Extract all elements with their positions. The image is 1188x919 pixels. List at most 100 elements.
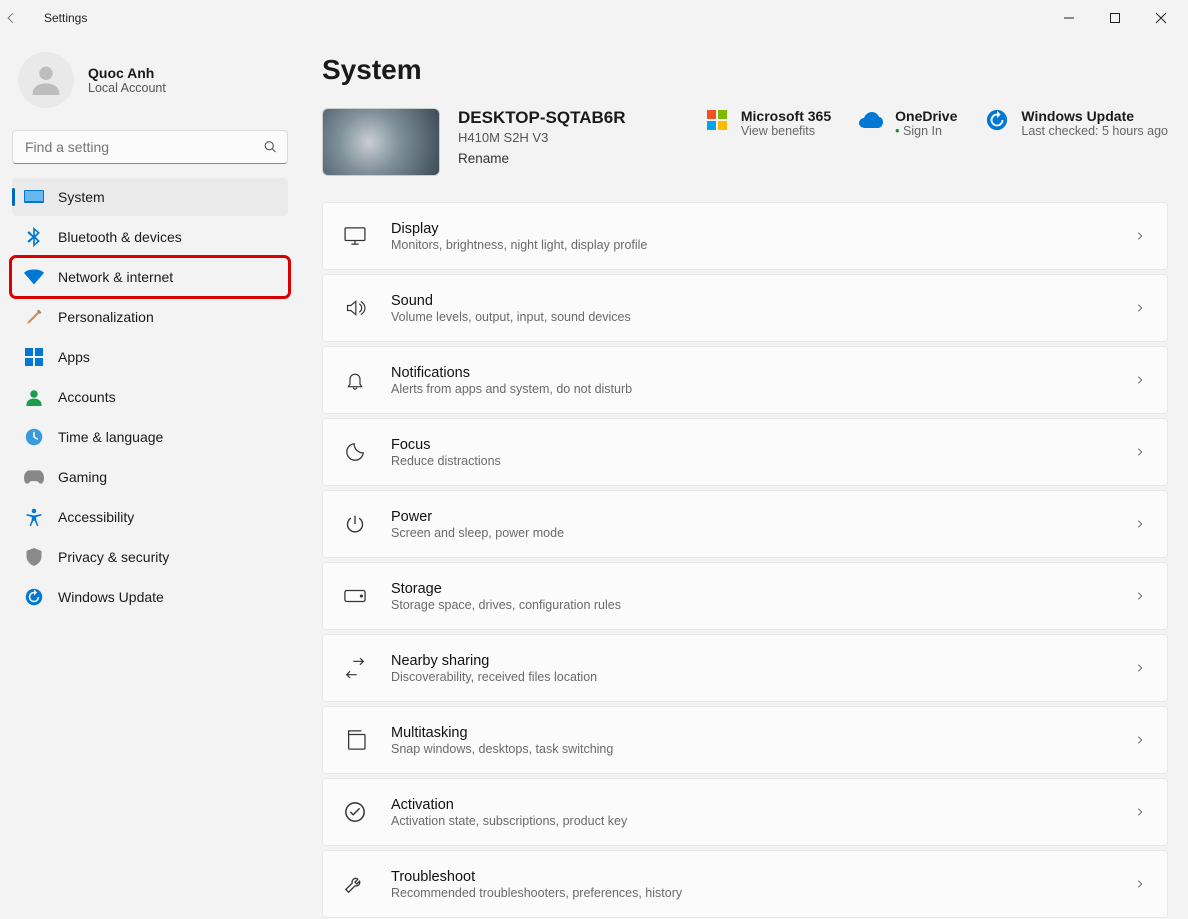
- notifications-icon: [341, 369, 369, 391]
- onedrive-icon: [859, 108, 883, 132]
- rename-link[interactable]: Rename: [458, 151, 509, 166]
- card-title: Display: [391, 221, 1113, 237]
- sidebar: Quoc Anh Local Account System Bluetooth &…: [0, 36, 300, 919]
- card-title: Troubleshoot: [391, 869, 1113, 885]
- apps-icon: [24, 347, 44, 367]
- chevron-right-icon: [1135, 445, 1145, 459]
- card-desc: Volume levels, output, input, sound devi…: [391, 310, 1113, 324]
- card-sound[interactable]: SoundVolume levels, output, input, sound…: [322, 274, 1168, 342]
- sidebar-item-privacy[interactable]: Privacy & security: [12, 538, 288, 576]
- chevron-right-icon: [1135, 373, 1145, 387]
- bluetooth-icon: [24, 227, 44, 247]
- sidebar-item-accounts[interactable]: Accounts: [12, 378, 288, 416]
- system-icon: [24, 187, 44, 207]
- accessibility-icon: [24, 507, 44, 527]
- desktop-thumbnail[interactable]: [322, 108, 440, 176]
- sidebar-item-label: Personalization: [58, 309, 154, 325]
- update-icon: [985, 108, 1009, 132]
- sidebar-item-label: Windows Update: [58, 589, 164, 605]
- accounts-icon: [24, 387, 44, 407]
- sidebar-item-time[interactable]: Time & language: [12, 418, 288, 456]
- window-title: Settings: [44, 11, 87, 25]
- card-title: Sound: [391, 293, 1113, 309]
- nearby-icon: [341, 658, 369, 678]
- activation-icon: [341, 801, 369, 823]
- search-input[interactable]: [12, 130, 288, 164]
- chevron-right-icon: [1135, 301, 1145, 315]
- sidebar-item-apps[interactable]: Apps: [12, 338, 288, 376]
- card-title: Focus: [391, 437, 1113, 453]
- sidebar-item-label: Time & language: [58, 429, 163, 445]
- avatar: [18, 52, 74, 108]
- sidebar-item-label: Bluetooth & devices: [58, 229, 182, 245]
- sidebar-item-network[interactable]: Network & internet: [12, 258, 288, 296]
- card-display[interactable]: DisplayMonitors, brightness, night light…: [322, 202, 1168, 270]
- card-title: Nearby sharing: [391, 653, 1113, 669]
- display-icon: [341, 227, 369, 245]
- sidebar-item-update[interactable]: Windows Update: [12, 578, 288, 616]
- card-storage[interactable]: StorageStorage space, drives, configurat…: [322, 562, 1168, 630]
- pc-name: DESKTOP-SQTAB6R: [458, 108, 668, 128]
- sidebar-item-label: System: [58, 189, 105, 205]
- card-nearby[interactable]: Nearby sharingDiscoverability, received …: [322, 634, 1168, 702]
- card-desc: Reduce distractions: [391, 454, 1113, 468]
- card-troubleshoot[interactable]: TroubleshootRecommended troubleshooters,…: [322, 850, 1168, 918]
- tile-update[interactable]: Windows Update Last checked: 5 hours ago: [985, 108, 1168, 138]
- user-sub: Local Account: [88, 81, 166, 95]
- chevron-right-icon: [1135, 877, 1145, 891]
- card-desc: Storage space, drives, configuration rul…: [391, 598, 1113, 612]
- search-icon: [263, 140, 278, 155]
- power-icon: [341, 513, 369, 535]
- sidebar-item-gaming[interactable]: Gaming: [12, 458, 288, 496]
- multitasking-icon: [341, 730, 369, 750]
- card-focus[interactable]: FocusReduce distractions: [322, 418, 1168, 486]
- user-name: Quoc Anh: [88, 65, 166, 81]
- sidebar-item-system[interactable]: System: [12, 178, 288, 216]
- tile-onedrive[interactable]: OneDrive • Sign In: [859, 108, 957, 138]
- card-title: Activation: [391, 797, 1113, 813]
- main-content: System DESKTOP-SQTAB6R H410M S2H V3 Rena…: [300, 36, 1188, 919]
- close-button[interactable]: [1138, 3, 1184, 33]
- sidebar-item-label: Accessibility: [58, 509, 134, 525]
- sidebar-item-label: Apps: [58, 349, 90, 365]
- chevron-right-icon: [1135, 805, 1145, 819]
- time-icon: [24, 427, 44, 447]
- privacy-icon: [24, 547, 44, 567]
- minimize-button[interactable]: [1046, 3, 1092, 33]
- motherboard: H410M S2H V3: [458, 130, 668, 145]
- sidebar-item-accessibility[interactable]: Accessibility: [12, 498, 288, 536]
- card-title: Notifications: [391, 365, 1113, 381]
- card-desc: Snap windows, desktops, task switching: [391, 742, 1113, 756]
- sidebar-item-label: Gaming: [58, 469, 107, 485]
- card-desc: Alerts from apps and system, do not dist…: [391, 382, 1113, 396]
- user-block[interactable]: Quoc Anh Local Account: [12, 46, 288, 124]
- focus-icon: [341, 441, 369, 463]
- titlebar: Settings: [0, 0, 1188, 36]
- chevron-right-icon: [1135, 661, 1145, 675]
- update-icon: [24, 587, 44, 607]
- card-title: Multitasking: [391, 725, 1113, 741]
- chevron-right-icon: [1135, 589, 1145, 603]
- card-activation[interactable]: ActivationActivation state, subscription…: [322, 778, 1168, 846]
- troubleshoot-icon: [341, 873, 369, 895]
- card-title: Power: [391, 509, 1113, 525]
- card-power[interactable]: PowerScreen and sleep, power mode: [322, 490, 1168, 558]
- card-desc: Monitors, brightness, night light, displ…: [391, 238, 1113, 252]
- back-button[interactable]: [4, 11, 44, 25]
- m365-icon: [705, 108, 729, 132]
- sidebar-item-personalization[interactable]: Personalization: [12, 298, 288, 336]
- chevron-right-icon: [1135, 229, 1145, 243]
- sound-icon: [341, 298, 369, 318]
- tile-m365[interactable]: Microsoft 365 View benefits: [705, 108, 831, 138]
- card-desc: Discoverability, received files location: [391, 670, 1113, 684]
- sidebar-item-label: Network & internet: [58, 269, 173, 285]
- card-multitasking[interactable]: MultitaskingSnap windows, desktops, task…: [322, 706, 1168, 774]
- network-icon: [24, 267, 44, 287]
- chevron-right-icon: [1135, 517, 1145, 531]
- sidebar-item-bluetooth[interactable]: Bluetooth & devices: [12, 218, 288, 256]
- chevron-right-icon: [1135, 733, 1145, 747]
- card-desc: Screen and sleep, power mode: [391, 526, 1113, 540]
- sidebar-item-label: Accounts: [58, 389, 116, 405]
- card-notifications[interactable]: NotificationsAlerts from apps and system…: [322, 346, 1168, 414]
- maximize-button[interactable]: [1092, 3, 1138, 33]
